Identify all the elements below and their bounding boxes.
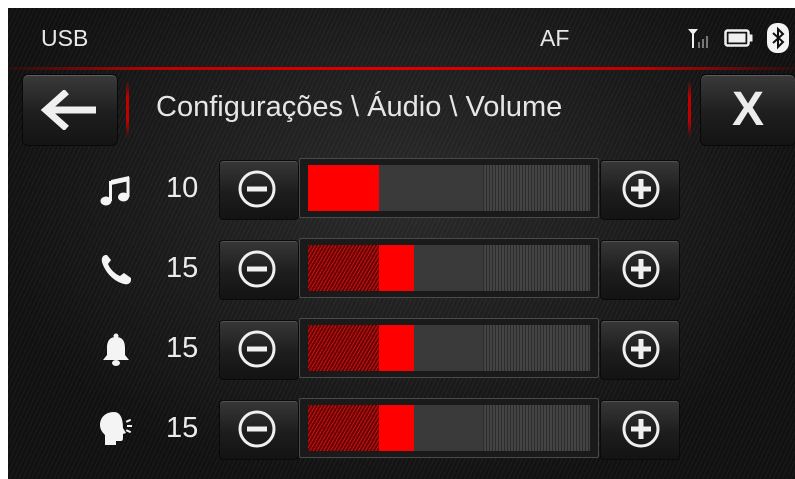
close-icon: X	[731, 83, 764, 136]
volume-slider[interactable]	[299, 158, 599, 218]
slider-track	[308, 165, 590, 211]
volume-value: 10	[166, 172, 199, 204]
decrease-volume-button[interactable]	[219, 320, 299, 380]
plus-icon	[622, 330, 660, 368]
music-icon	[100, 176, 130, 206]
volume-slider[interactable]	[299, 238, 599, 298]
slider-lower-range	[308, 325, 379, 371]
plus-icon	[622, 250, 660, 288]
slider-fill	[308, 165, 379, 211]
volume-value: 15	[166, 412, 199, 444]
slider-upper-range	[483, 165, 590, 211]
slider-upper-range	[483, 405, 590, 451]
increase-volume-button[interactable]	[600, 160, 680, 220]
bell-icon	[103, 333, 129, 366]
bluetooth-icon	[767, 23, 789, 53]
slider-lower-range	[308, 245, 379, 291]
minus-icon	[238, 330, 276, 368]
minus-icon	[238, 170, 276, 208]
decrease-volume-button[interactable]	[219, 400, 299, 460]
header-divider-right	[688, 80, 691, 138]
volume-value: 15	[166, 252, 199, 284]
volume-slider[interactable]	[299, 318, 599, 378]
slider-upper-range	[483, 325, 590, 371]
volume-row-media: 10	[8, 158, 795, 222]
minus-icon	[238, 410, 276, 448]
plus-icon	[622, 170, 660, 208]
close-button[interactable]: X	[700, 74, 795, 146]
battery-icon	[724, 29, 753, 47]
increase-volume-button[interactable]	[600, 400, 680, 460]
slider-track	[308, 325, 590, 371]
increase-volume-button[interactable]	[600, 240, 680, 300]
page-title: Configurações \ Áudio \ Volume	[156, 91, 563, 123]
signal-icon	[688, 29, 708, 48]
slider-upper-range	[483, 245, 590, 291]
volume-row-voice: 15	[8, 398, 795, 462]
volume-value: 15	[166, 332, 199, 364]
phone-icon	[101, 255, 131, 285]
minus-icon	[238, 250, 276, 288]
source-label: USB	[41, 25, 89, 51]
decrease-volume-button[interactable]	[219, 240, 299, 300]
slider-track	[308, 405, 590, 451]
status-divider-line	[8, 67, 795, 70]
plus-icon	[622, 410, 660, 448]
radio-af-label: AF	[540, 25, 570, 51]
status-bar: USB AF	[8, 8, 795, 70]
volume-slider[interactable]	[299, 398, 599, 458]
slider-fill	[379, 325, 414, 371]
header-divider-left	[126, 80, 129, 138]
head-unit-screen: USB AF Configurações \ Áudio \ Volume X	[8, 8, 795, 479]
volume-row-phone: 15	[8, 238, 795, 302]
slider-fill	[379, 245, 414, 291]
voice-icon	[100, 412, 132, 445]
volume-row-ringtone: 15	[8, 318, 795, 382]
back-button[interactable]	[22, 74, 118, 146]
slider-lower-range	[308, 405, 379, 451]
back-arrow-icon	[40, 90, 96, 130]
decrease-volume-button[interactable]	[219, 160, 299, 220]
slider-track	[308, 245, 590, 291]
increase-volume-button[interactable]	[600, 320, 680, 380]
slider-fill	[379, 405, 414, 451]
